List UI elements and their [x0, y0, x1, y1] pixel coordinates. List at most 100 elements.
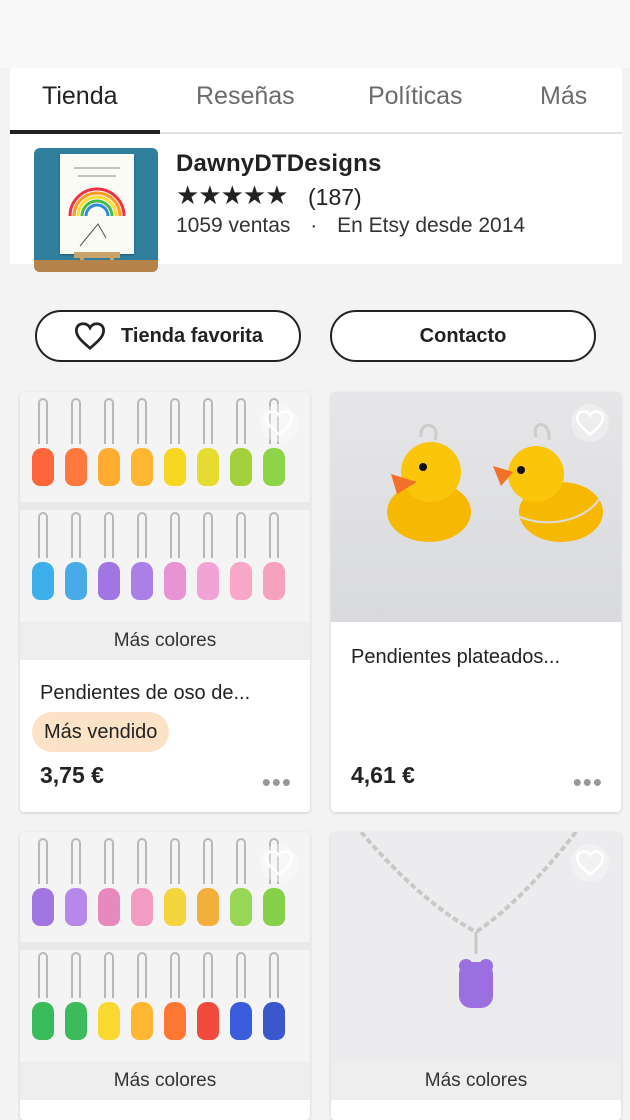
- product-title[interactable]: Pendientes plateados...: [351, 646, 607, 669]
- earring-hook: [236, 952, 246, 998]
- gummy-bear-charm: [197, 1002, 219, 1040]
- bestseller-badge: Más vendido: [32, 712, 170, 752]
- gummy-bear-charm: [230, 888, 252, 926]
- earring-hook: [170, 838, 180, 884]
- favorite-heart-icon[interactable]: [571, 404, 609, 442]
- gummy-bear-charm: [230, 562, 252, 600]
- image-divider: [20, 942, 310, 950]
- card-illustration: [60, 154, 134, 254]
- earring-hook: [137, 512, 147, 558]
- favorite-shop-button[interactable]: Tienda favorita: [35, 310, 301, 362]
- gummy-bear-charm: [164, 888, 186, 926]
- gummy-bear-charm: [263, 448, 285, 486]
- earring-hook: [71, 512, 81, 558]
- gummy-bear-charm: [131, 1002, 153, 1040]
- gummy-bear-charm: [98, 888, 120, 926]
- earring-hook: [203, 398, 213, 444]
- earring-hook: [38, 952, 48, 998]
- more-options-icon[interactable]: •••: [262, 769, 292, 795]
- gummy-bear-charm: [197, 448, 219, 486]
- product-price: 3,75 €: [40, 762, 104, 788]
- contact-button[interactable]: Contacto: [330, 310, 596, 362]
- product-card[interactable]: Más colores: [331, 832, 621, 1120]
- gummy-bear-charm: [263, 888, 285, 926]
- gummy-bear-charm: [65, 1002, 87, 1040]
- earring-hook: [236, 398, 246, 444]
- product-card[interactable]: Más colores: [20, 832, 310, 1120]
- image-divider: [20, 502, 310, 510]
- gummy-bear-charm: [131, 888, 153, 926]
- favorite-heart-icon[interactable]: [260, 844, 298, 882]
- gummy-bear-charm: [32, 888, 54, 926]
- gummy-bear-charm: [32, 1002, 54, 1040]
- tab-resenas[interactable]: Reseñas: [196, 82, 295, 111]
- earring-hook: [236, 512, 246, 558]
- gummy-bear-charm: [197, 562, 219, 600]
- earring-hook: [203, 952, 213, 998]
- gummy-bear-charm: [65, 562, 87, 600]
- earring-hook: [203, 512, 213, 558]
- gummy-bear-charm: [65, 888, 87, 926]
- earring-hook: [170, 512, 180, 558]
- shop-name[interactable]: DawnyDTDesigns: [176, 150, 382, 178]
- earring-hook: [38, 838, 48, 884]
- favorite-heart-icon[interactable]: [260, 404, 298, 442]
- more-colors-label: Más colores: [331, 1062, 621, 1100]
- earring-hook: [137, 838, 147, 884]
- table-surface: [34, 260, 158, 272]
- gummy-bear-charm: [230, 1002, 252, 1040]
- gummy-bear-charm: [98, 1002, 120, 1040]
- earring-hook: [71, 952, 81, 998]
- earring-hook: [137, 398, 147, 444]
- earring-hook: [104, 952, 114, 998]
- gummy-bear-charm: [164, 448, 186, 486]
- gummy-bear-charm: [131, 448, 153, 486]
- tab-mas[interactable]: Más: [540, 82, 587, 111]
- gummy-bear-charm: [230, 448, 252, 486]
- gummy-bear-charm: [164, 562, 186, 600]
- favorite-heart-icon[interactable]: [571, 844, 609, 882]
- contact-label: Contacto: [419, 324, 507, 347]
- earring-hook: [203, 838, 213, 884]
- earring-hook: [170, 398, 180, 444]
- shop-meta: 1059 ventas · En Etsy desde 2014: [176, 214, 525, 238]
- shop-tabs: Tienda Reseñas Políticas Más: [10, 68, 622, 134]
- active-tab-indicator: [10, 130, 160, 134]
- shop-avatar[interactable]: [34, 148, 158, 272]
- more-colors-label: Más colores: [20, 622, 310, 660]
- gummy-bear-charm: [197, 888, 219, 926]
- tab-politicas[interactable]: Políticas: [368, 82, 462, 111]
- gummy-bear-charm: [32, 448, 54, 486]
- more-options-icon[interactable]: •••: [573, 769, 603, 795]
- earring-hook: [104, 398, 114, 444]
- product-title[interactable]: Pendientes de oso de...: [40, 682, 296, 705]
- earring-hook: [71, 838, 81, 884]
- earring-hook: [137, 952, 147, 998]
- gummy-bear-charm: [32, 562, 54, 600]
- gummy-bear-charm: [65, 448, 87, 486]
- member-since: En Etsy desde 2014: [337, 214, 526, 237]
- earring-hook: [104, 838, 114, 884]
- gummy-bear-charm: [131, 562, 153, 600]
- gummy-bear-charm: [98, 448, 120, 486]
- earring-hook: [236, 838, 246, 884]
- sales-count: 1059 ventas: [176, 214, 291, 237]
- review-count[interactable]: (187): [308, 184, 362, 211]
- meta-separator: ·: [310, 214, 318, 237]
- earring-hook: [104, 512, 114, 558]
- earring-hook: [269, 952, 279, 998]
- shop-header: Tienda Reseñas Políticas Más DawnyDTDesi…: [10, 68, 622, 272]
- heart-icon: [75, 322, 106, 351]
- earring-hook: [71, 398, 81, 444]
- earring-hook: [38, 398, 48, 444]
- earring-hook: [170, 952, 180, 998]
- earring-hook: [269, 512, 279, 558]
- product-card[interactable]: Pendientes plateados... 4,61 € •••: [331, 392, 621, 812]
- gummy-bear-charm: [98, 562, 120, 600]
- favorite-shop-label: Tienda favorita: [121, 324, 263, 347]
- product-card[interactable]: Más colores Pendientes de oso de... Más …: [20, 392, 310, 812]
- top-status-area: [0, 0, 630, 68]
- tab-tienda[interactable]: Tienda: [42, 82, 118, 111]
- more-colors-label: Más colores: [20, 1062, 310, 1100]
- gummy-bear-charm: [164, 1002, 186, 1040]
